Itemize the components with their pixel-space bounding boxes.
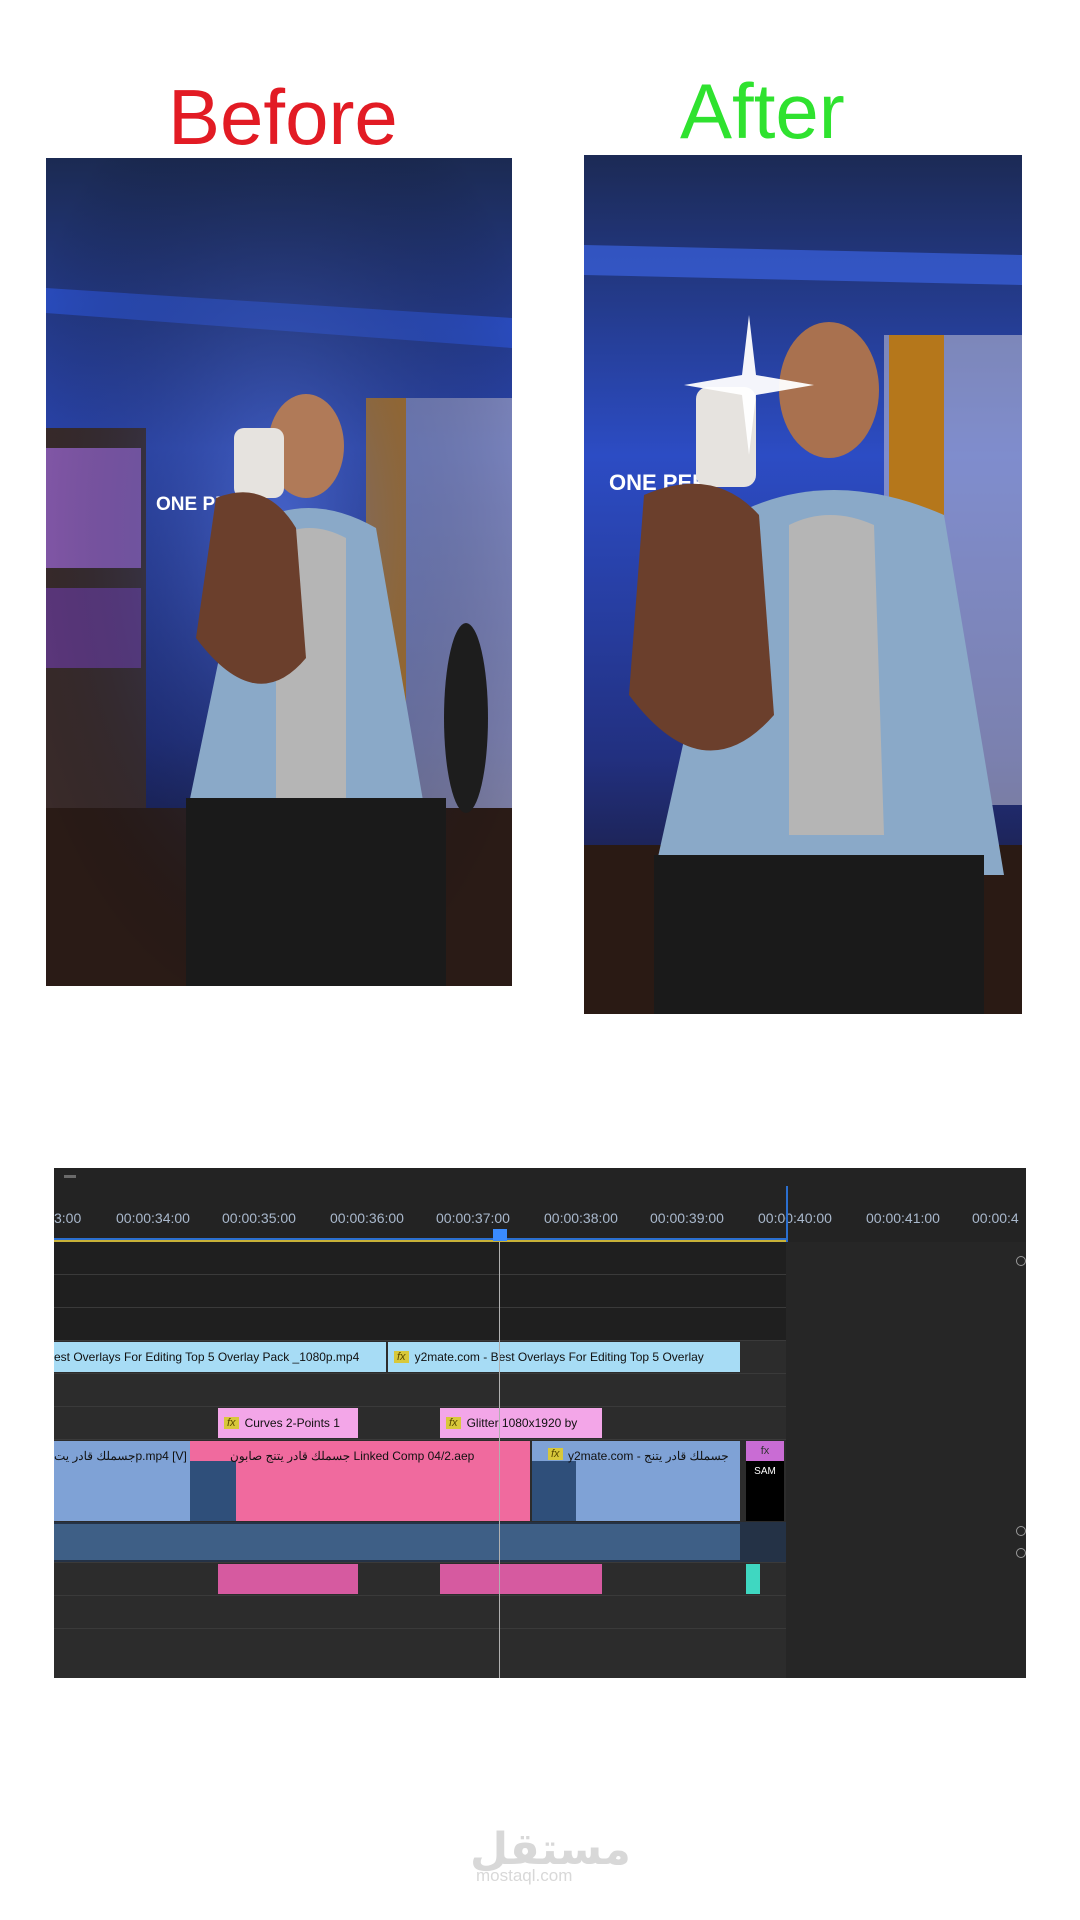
work-area-end[interactable]: [786, 1186, 788, 1242]
audio-clip-pink-2[interactable]: [440, 1564, 602, 1594]
track-a4[interactable]: [54, 1629, 786, 1678]
sam-clip[interactable]: fx SAM: [746, 1441, 784, 1521]
fx-badge: fx: [394, 1351, 409, 1364]
timeline-header: [54, 1168, 1026, 1186]
overlay-clip-1[interactable]: est Overlays For Editing Top 5 Overlay P…: [54, 1342, 386, 1372]
scroll-handle[interactable]: [1016, 1548, 1026, 1558]
ruler-label: 00:00:40:00: [758, 1210, 832, 1226]
ruler-label: 00:00:38:00: [544, 1210, 618, 1226]
scroll-handle[interactable]: [1016, 1256, 1026, 1266]
glitter-effect-clip[interactable]: fx Glitter 1080x1920 by: [440, 1408, 602, 1438]
track-a2[interactable]: [54, 1563, 786, 1596]
scroll-handle[interactable]: [1016, 1526, 1026, 1536]
ruler-label: 3:00: [54, 1210, 82, 1226]
ruler-label: 00:00:37:00: [436, 1210, 510, 1226]
track-v4[interactable]: [54, 1308, 786, 1341]
before-photo: ONE PER: [46, 158, 512, 986]
ruler-label: 00:00:41:00: [866, 1210, 940, 1226]
ruler-label: 00:00:35:00: [222, 1210, 296, 1226]
audio-clip-a1[interactable]: [54, 1524, 740, 1560]
track-v6[interactable]: [54, 1242, 786, 1275]
ruler-label: 00:00:36:00: [330, 1210, 404, 1226]
overlay-clip-2[interactable]: fx y2mate.com - Best Overlays For Editing…: [388, 1342, 740, 1372]
ruler-label: 00:00:39:00: [650, 1210, 724, 1226]
video-clip-3[interactable]: fx y2mate.com - جسملك قادر يتنج: [532, 1441, 740, 1521]
ruler-label: 00:00:34:00: [116, 1210, 190, 1226]
fx-badge: fx: [746, 1441, 784, 1461]
time-ruler[interactable]: 3:00 00:00:34:00 00:00:35:00 00:00:36:00…: [54, 1186, 1026, 1242]
curves-effect-clip[interactable]: fx Curves 2-Points 1: [218, 1408, 358, 1438]
fx-badge: fx: [224, 1417, 239, 1430]
fx-badge: fx: [548, 1448, 563, 1460]
before-heading: Before: [168, 73, 398, 161]
track-a3[interactable]: [54, 1596, 786, 1629]
fx-badge: fx: [446, 1417, 461, 1430]
ruler-label: 00:00:4: [972, 1210, 1019, 1226]
premiere-timeline[interactable]: 3:00 00:00:34:00 00:00:35:00 00:00:36:00…: [54, 1168, 1026, 1678]
panel-grip-icon[interactable]: [64, 1175, 76, 1178]
audio-clip-teal[interactable]: [746, 1564, 760, 1594]
after-photo: ONE PER: [584, 155, 1022, 1014]
audio-clip-pink-1[interactable]: [218, 1564, 358, 1594]
track-v2[interactable]: [54, 1374, 786, 1407]
video-clip-1[interactable]: جسملك قادر يتp.mp4 [V]: [54, 1441, 190, 1521]
after-heading: After: [680, 67, 845, 155]
linked-comp-clip[interactable]: جسملك قادر يتنج صابون Linked Comp 04/2.a…: [190, 1441, 530, 1521]
timeline-empty-area[interactable]: [786, 1242, 1026, 1678]
track-fx[interactable]: [54, 1407, 786, 1440]
playhead-handle[interactable]: [493, 1229, 507, 1241]
mostaql-url: mostaql.com: [476, 1866, 573, 1885]
playhead-line[interactable]: [499, 1242, 500, 1678]
track-v5[interactable]: [54, 1275, 786, 1308]
